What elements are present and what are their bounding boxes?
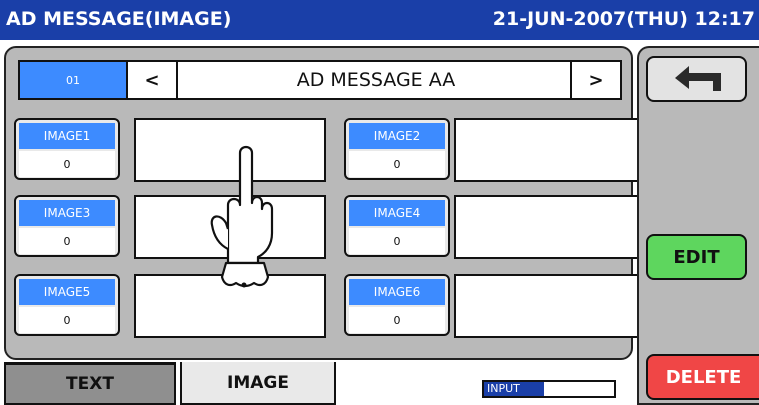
image4-key[interactable]: IMAGE4 0 (344, 195, 450, 257)
title-bar: AD MESSAGE(IMAGE) 21-JUN-2007(THU) 12:17 (0, 0, 759, 40)
return-arrow-icon (674, 66, 721, 91)
image4-box[interactable] (454, 195, 646, 259)
input-label: INPUT (484, 382, 544, 396)
image4-label: IMAGE4 (349, 200, 445, 226)
image6-box[interactable] (454, 274, 646, 338)
record-bar: 01 < AD MESSAGE AA > (18, 60, 622, 100)
image1-key[interactable]: IMAGE1 0 (14, 118, 120, 180)
record-name[interactable]: AD MESSAGE AA (180, 62, 572, 98)
image6-key[interactable]: IMAGE6 0 (344, 274, 450, 336)
image2-box[interactable] (454, 118, 646, 182)
image2-value: 0 (349, 151, 445, 177)
image6-label: IMAGE6 (349, 279, 445, 305)
delete-button[interactable]: DELETE (646, 354, 759, 400)
input-indicator: INPUT (482, 380, 616, 398)
image3-box[interactable] (134, 195, 326, 259)
date-time: 21-JUN-2007(THU) 12:17 (492, 8, 755, 30)
image1-value: 0 (19, 151, 115, 177)
image3-key[interactable]: IMAGE3 0 (14, 195, 120, 257)
edit-button[interactable]: EDIT (646, 234, 747, 280)
image5-box[interactable] (134, 274, 326, 338)
image2-label: IMAGE2 (349, 123, 445, 149)
tab-text[interactable]: TEXT (4, 362, 176, 405)
prev-record-button[interactable]: < (128, 62, 178, 98)
tab-image[interactable]: IMAGE (180, 362, 336, 405)
next-record-button[interactable]: > (570, 62, 620, 98)
return-button[interactable] (646, 56, 747, 102)
image3-label: IMAGE3 (19, 200, 115, 226)
image5-value: 0 (19, 307, 115, 333)
image6-value: 0 (349, 307, 445, 333)
screen-title: AD MESSAGE(IMAGE) (6, 8, 232, 30)
image5-label: IMAGE5 (19, 279, 115, 305)
record-number[interactable]: 01 (20, 62, 128, 98)
image2-key[interactable]: IMAGE2 0 (344, 118, 450, 180)
image1-box[interactable] (134, 118, 326, 182)
image3-value: 0 (19, 228, 115, 254)
image4-value: 0 (349, 228, 445, 254)
image5-key[interactable]: IMAGE5 0 (14, 274, 120, 336)
image1-label: IMAGE1 (19, 123, 115, 149)
